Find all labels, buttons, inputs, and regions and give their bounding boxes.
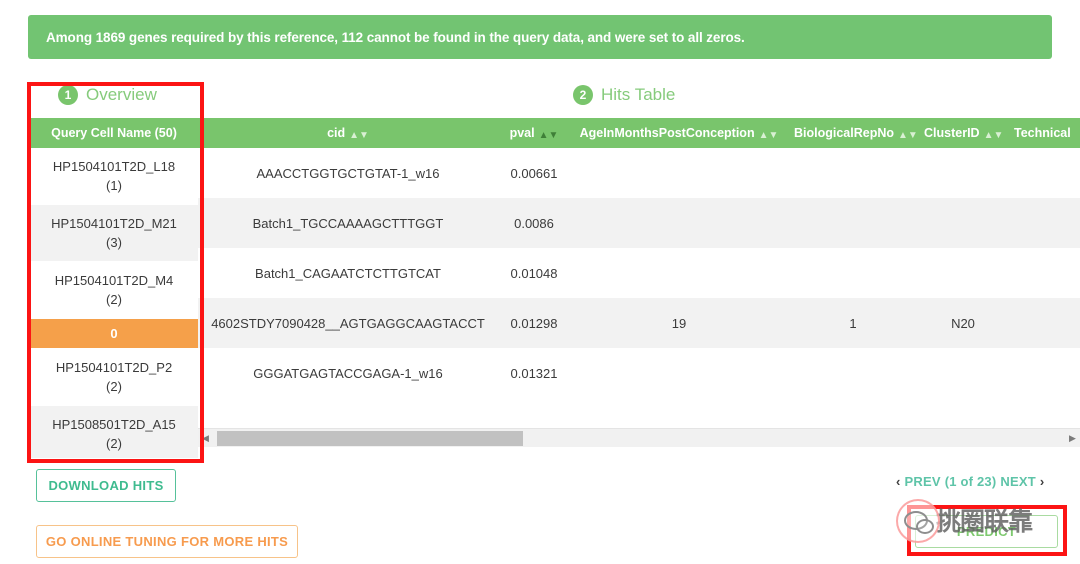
column-header-cid[interactable]: cid ▲▼ [198, 118, 498, 148]
query-cell-row[interactable]: HP1508501T2D_A15 (2) [30, 406, 198, 458]
table-row[interactable]: GGGATGAGTACCGAGA-1_w16 0.01321 [198, 348, 1080, 398]
cell-pval: 0.0086 [498, 198, 570, 248]
cell-cid: 4602STDY7090428__AGTGAGGCAAGTACCT [198, 298, 498, 348]
tab-overview-label: Overview [86, 86, 157, 104]
table-row[interactable]: 4602STDY7090428__AGTGAGGCAAGTACCT 0.0129… [198, 298, 1080, 348]
sort-icon[interactable]: ▲▼ [984, 131, 1004, 141]
query-cell-name: 0 [110, 324, 117, 343]
cell-technical [1008, 348, 1080, 398]
pagination: ‹ PREV (1 of 23) NEXT › [896, 474, 1044, 489]
query-cell-name: HP1504101T2D_M4 [55, 271, 174, 290]
column-header-age[interactable]: AgeInMonthsPostConception ▲▼ [570, 118, 788, 148]
scroll-right-arrow-icon[interactable]: ▶ [1065, 434, 1080, 443]
query-cell-row[interactable]: HP1504101T2D_M4 (2) [30, 262, 198, 319]
hits-table: cid ▲▼ pval ▲▼ AgeInMonthsPostConception ▲▼… [198, 118, 1080, 398]
cell-clusterid [918, 348, 1008, 398]
query-cell-count: (3) [106, 233, 122, 252]
cell-biologicalrepno [788, 198, 918, 248]
query-cell-count: (1) [106, 176, 122, 195]
cell-biologicalrepno [788, 148, 918, 198]
column-header-cid-label: cid [327, 126, 345, 140]
tab-hits-table-number: 2 [573, 85, 593, 105]
query-cell-row-selected[interactable]: 0 [30, 319, 198, 349]
sort-icon[interactable]: ▲▼ [349, 131, 369, 141]
cell-clusterid [918, 198, 1008, 248]
query-cell-name-header[interactable]: Query Cell Name (50) [30, 118, 198, 148]
cell-technical [1008, 298, 1080, 348]
cell-age: 19 [570, 298, 788, 348]
table-row[interactable]: AAACCTGGTGCTGTAT-1_w16 0.00661 [198, 148, 1080, 198]
tab-hits-table[interactable]: 2 Hits Table [573, 85, 675, 105]
column-header-clusterid-label: ClusterID [924, 126, 980, 140]
query-cell-name-panel: Query Cell Name (50) HP1504101T2D_L18 (1… [30, 118, 198, 458]
tab-hits-table-label: Hits Table [601, 86, 675, 104]
gene-warning-alert: Among 1869 genes required by this refere… [28, 15, 1052, 59]
cell-cid: Batch1_CAGAATCTCTTGTCAT [198, 248, 498, 298]
cell-technical [1008, 248, 1080, 298]
alert-message: Among 1869 genes required by this refere… [28, 30, 745, 45]
cell-clusterid [918, 148, 1008, 198]
predict-button[interactable]: PREDICT [915, 515, 1058, 548]
query-cell-name: HP1504101T2D_M21 [51, 214, 177, 233]
query-cell-row[interactable]: HP1504101T2D_L18 (1) [30, 148, 198, 205]
hits-table-header-row: cid ▲▼ pval ▲▼ AgeInMonthsPostConception ▲▼… [198, 118, 1080, 148]
cell-technical [1008, 198, 1080, 248]
scrollbar-thumb[interactable] [217, 431, 523, 446]
cell-biologicalrepno [788, 248, 918, 298]
chevron-right-icon[interactable]: › [1040, 474, 1045, 489]
go-online-tuning-button[interactable]: GO ONLINE TUNING FOR MORE HITS [36, 525, 298, 558]
cell-age [570, 248, 788, 298]
scrollbar-track[interactable] [213, 429, 1065, 448]
cell-clusterid [918, 248, 1008, 298]
cell-age [570, 148, 788, 198]
download-hits-button[interactable]: DOWNLOAD HITS [36, 469, 176, 502]
cell-cid: Batch1_TGCCAAAAGCTTTGGT [198, 198, 498, 248]
query-cell-name: HP1504101T2D_P2 [56, 358, 172, 377]
scroll-left-arrow-icon[interactable]: ◀ [198, 434, 213, 443]
query-cell-row[interactable]: HP1504101T2D_P2 (2) [30, 349, 198, 406]
column-header-age-label: AgeInMonthsPostConception [580, 126, 755, 140]
cell-biologicalrepno [788, 348, 918, 398]
cell-age [570, 348, 788, 398]
cell-technical [1008, 148, 1080, 198]
horizontal-scrollbar[interactable]: ◀ ▶ [198, 428, 1080, 447]
sort-icon[interactable]: ▲▼ [759, 131, 779, 141]
cell-pval: 0.01048 [498, 248, 570, 298]
cell-cid: GGGATGAGTACCGAGA-1_w16 [198, 348, 498, 398]
cell-age [570, 198, 788, 248]
query-cell-count: (2) [106, 290, 122, 309]
query-cell-count: (2) [106, 377, 122, 396]
cell-biologicalrepno: 1 [788, 298, 918, 348]
cell-pval: 0.01321 [498, 348, 570, 398]
chevron-left-icon[interactable]: ‹ [896, 474, 901, 489]
hits-table-scroll-area: cid ▲▼ pval ▲▼ AgeInMonthsPostConception ▲▼… [198, 118, 1080, 430]
column-header-biologicalrepno-label: BiologicalRepNo [794, 126, 894, 140]
column-header-technical[interactable]: Technical [1008, 118, 1080, 148]
sort-icon-active[interactable]: ▲▼ [539, 131, 559, 141]
column-header-biologicalrepno[interactable]: BiologicalRepNo ▲▼ [788, 118, 918, 148]
tab-overview-number: 1 [58, 85, 78, 105]
prev-page-button[interactable]: PREV [905, 474, 941, 489]
column-header-technical-label: Technical [1014, 126, 1071, 140]
query-cell-row[interactable]: HP1504101T2D_M21 (3) [30, 205, 198, 262]
query-cell-name: HP1504101T2D_L18 [53, 157, 175, 176]
page-counter: (1 of 23) [945, 474, 997, 489]
column-header-pval-label: pval [510, 126, 535, 140]
table-row[interactable]: Batch1_TGCCAAAAGCTTTGGT 0.0086 [198, 198, 1080, 248]
cell-pval: 0.01298 [498, 298, 570, 348]
query-cell-count: (2) [106, 434, 122, 453]
next-page-button[interactable]: NEXT [1000, 474, 1035, 489]
cell-cid: AAACCTGGTGCTGTAT-1_w16 [198, 148, 498, 198]
table-row[interactable]: Batch1_CAGAATCTCTTGTCAT 0.01048 [198, 248, 1080, 298]
column-header-clusterid[interactable]: ClusterID ▲▼ [918, 118, 1008, 148]
column-header-pval[interactable]: pval ▲▼ [498, 118, 570, 148]
tab-overview[interactable]: 1 Overview [58, 85, 157, 105]
sort-icon[interactable]: ▲▼ [898, 131, 918, 141]
query-cell-name: HP1508501T2D_A15 [52, 415, 176, 434]
cell-clusterid: N20 [918, 298, 1008, 348]
cell-pval: 0.00661 [498, 148, 570, 198]
